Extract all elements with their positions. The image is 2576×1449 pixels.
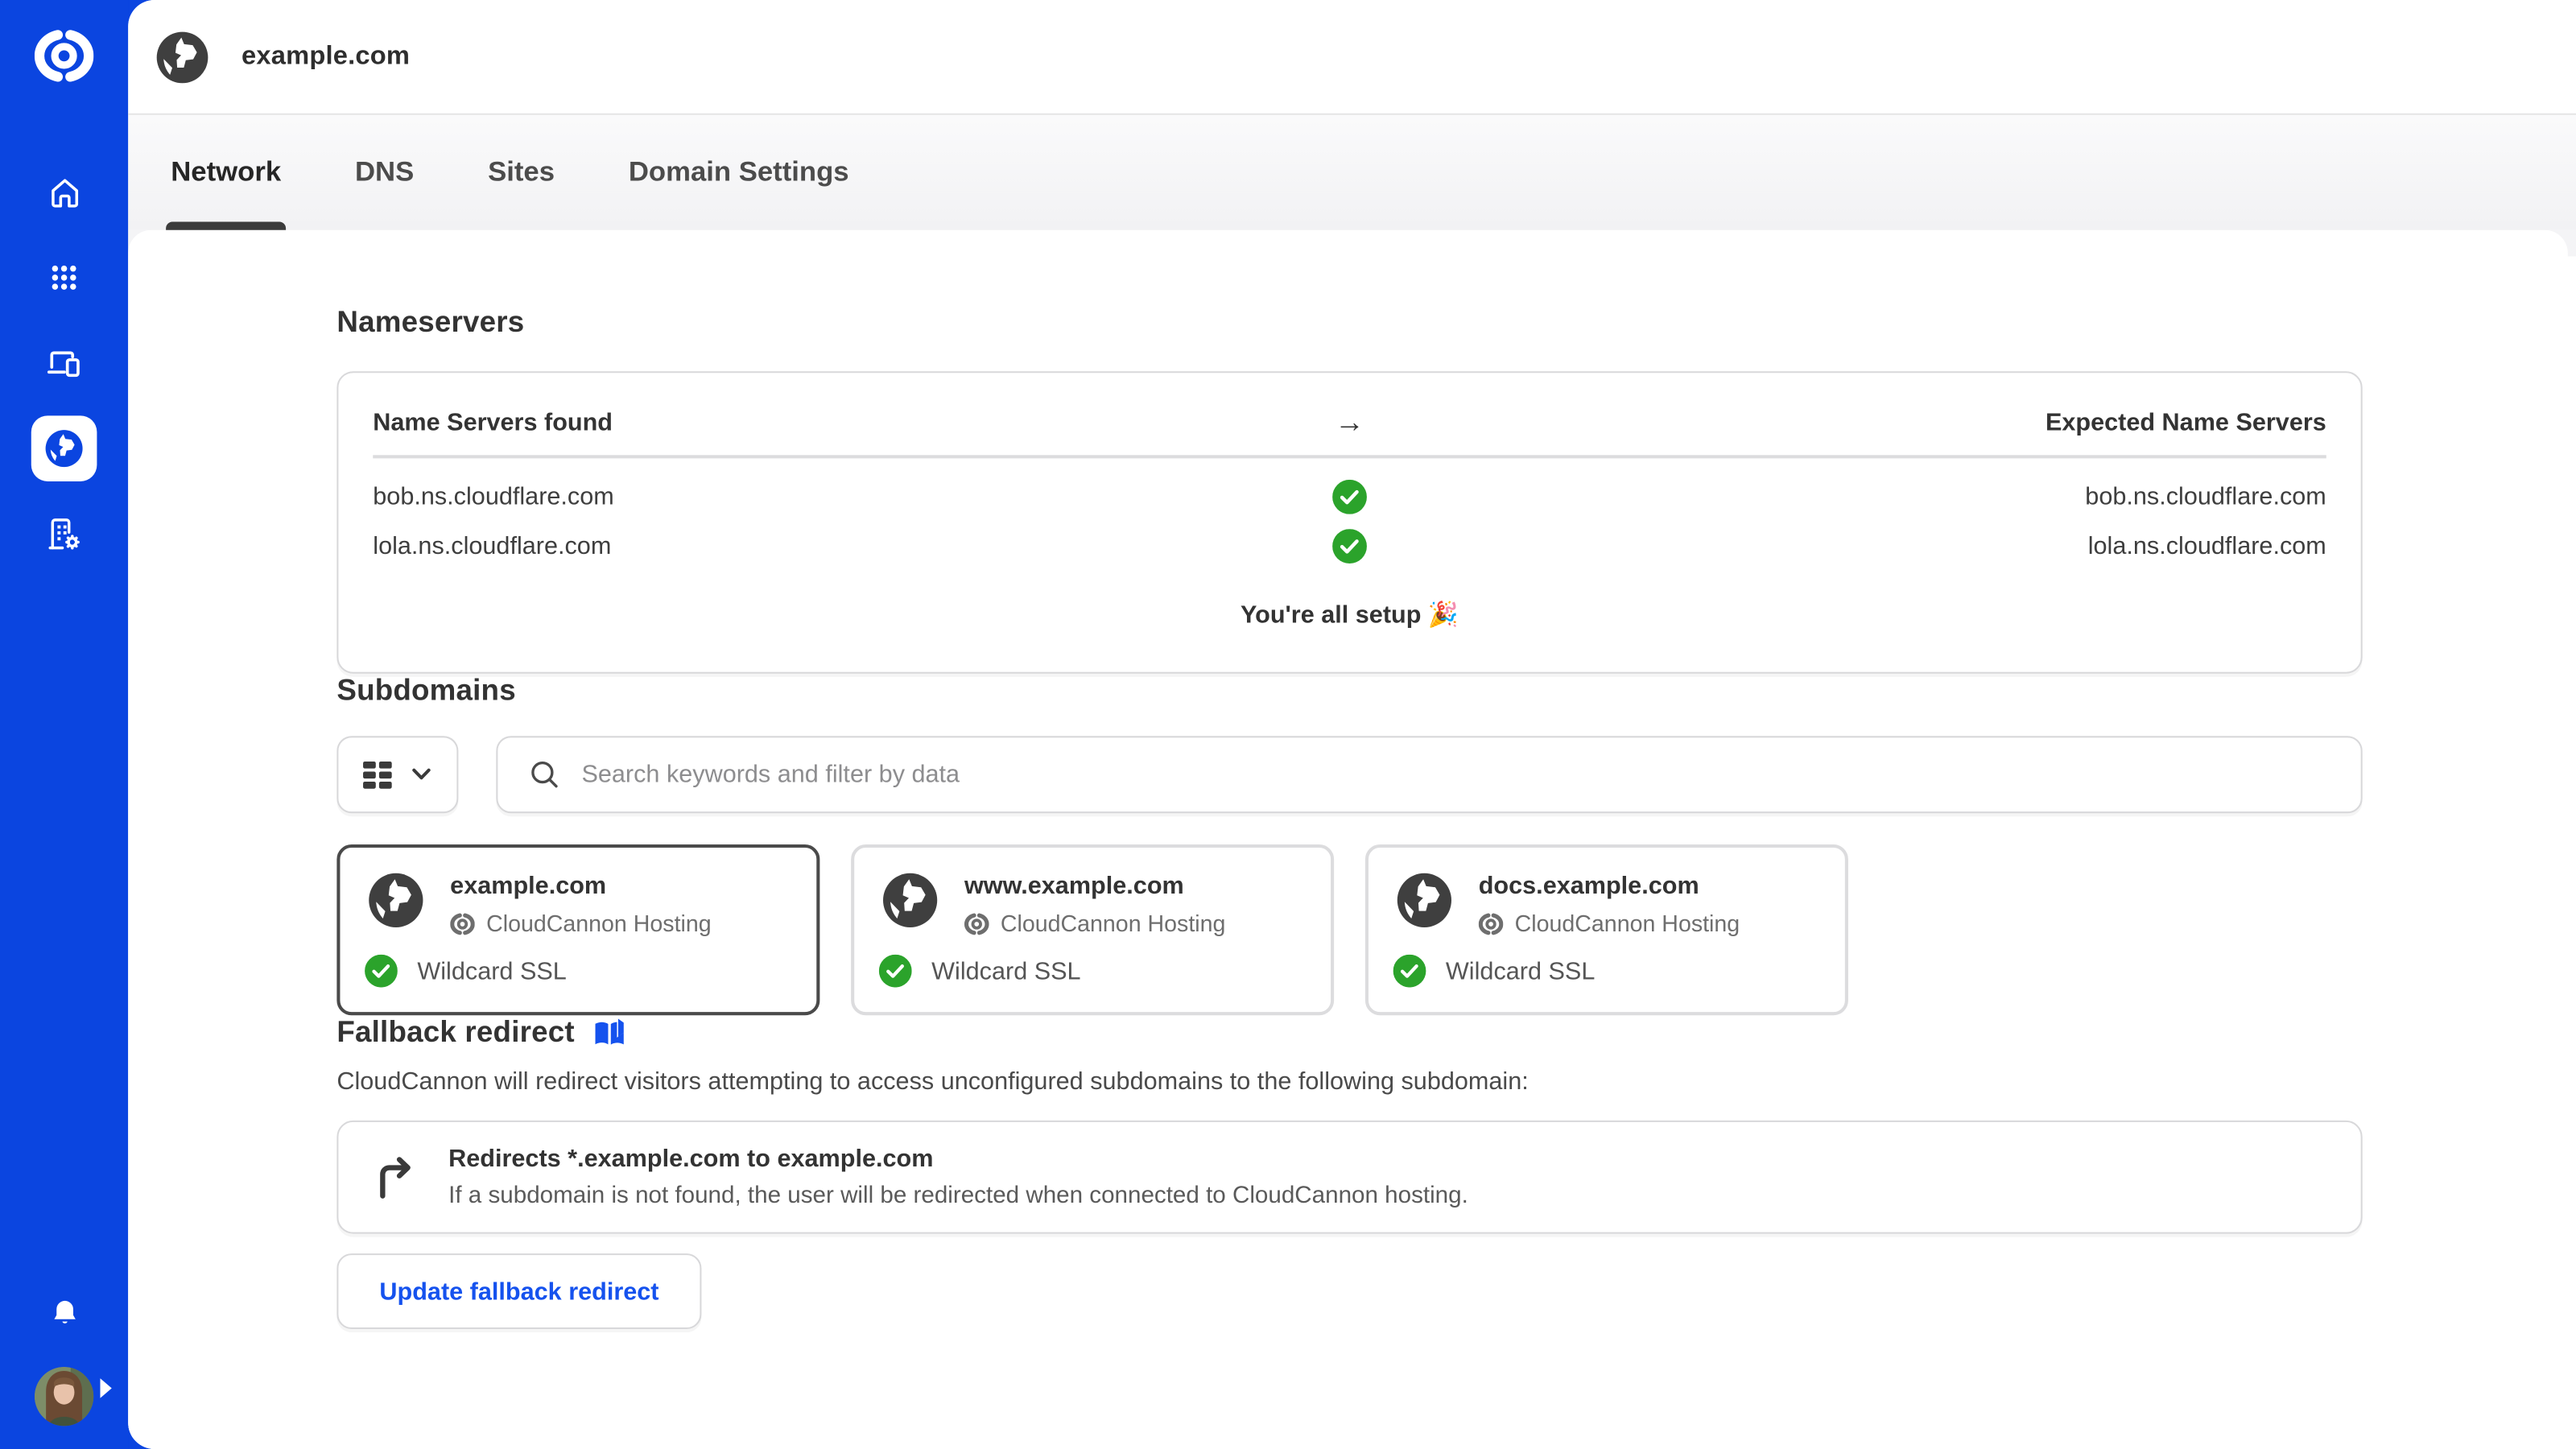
subdomain-name: docs.example.com: [1479, 869, 1740, 901]
view-toggle-button[interactable]: [336, 736, 458, 813]
site-globe-icon: [365, 869, 427, 932]
subdomain-name: www.example.com: [964, 869, 1225, 901]
main-panel: example.com Network DNS Sites Domain Set…: [128, 0, 2576, 1449]
sidebar-item-organization[interactable]: [31, 501, 97, 567]
subdomain-card-example[interactable]: example.com CloudCannon Hosting: [336, 844, 819, 1015]
cloudcannon-hosting-icon: [964, 911, 989, 936]
check-circle-icon: [365, 955, 398, 988]
expected-nameserver: lola.ns.cloudflare.com: [1399, 531, 2326, 559]
update-fallback-redirect-button[interactable]: Update fallback redirect: [336, 1253, 701, 1329]
nameservers-heading: Nameservers: [336, 306, 2362, 341]
search-box: [496, 736, 2362, 813]
redirect-rule-title: Redirects *.example.com to example.com: [448, 1145, 1468, 1173]
grid-view-icon: [363, 760, 393, 790]
search-icon: [529, 759, 560, 791]
table-row: bob.ns.cloudflare.com bob.ns.cloudflare.…: [373, 472, 2326, 521]
cloudcannon-hosting-icon: [450, 911, 475, 936]
sidebar: [0, 0, 128, 1449]
redirect-rule-description: If a subdomain is not found, the user wi…: [448, 1183, 1468, 1209]
tab-bar: Network DNS Sites Domain Settings: [128, 115, 2576, 230]
tab-sites[interactable]: Sites: [488, 115, 555, 230]
devices-icon: [44, 344, 84, 383]
sidebar-item-sites[interactable]: [31, 330, 97, 396]
tab-domain-settings[interactable]: Domain Settings: [629, 115, 849, 230]
nameservers-table-header: Name Servers found → Expected Name Serve…: [373, 399, 2326, 445]
organization-settings-icon: [44, 514, 84, 554]
hosting-label: CloudCannon Hosting: [1515, 910, 1740, 937]
page-title: example.com: [242, 42, 410, 72]
ssl-label: Wildcard SSL: [417, 957, 566, 985]
fallback-redirect-heading: Fallback redirect: [336, 1015, 2362, 1050]
subdomains-heading: Subdomains: [336, 674, 2362, 708]
setup-status-message: You're all setup 🎉: [373, 600, 2326, 642]
docs-book-icon[interactable]: [591, 1016, 627, 1049]
chevron-down-icon: [411, 767, 432, 782]
subdomain-name: example.com: [450, 869, 711, 901]
network-tab-content: Nameservers Name Servers found → Expecte…: [128, 230, 2568, 1449]
fallback-redirect-title-text: Fallback redirect: [336, 1015, 574, 1050]
site-globe-icon: [879, 869, 942, 932]
expected-nameserver: bob.ns.cloudflare.com: [1399, 482, 2326, 510]
ssl-label: Wildcard SSL: [931, 957, 1080, 985]
hosting-label: CloudCannon Hosting: [1001, 910, 1226, 937]
found-nameserver: lola.ns.cloudflare.com: [373, 531, 1300, 559]
tab-network[interactable]: Network: [171, 115, 281, 230]
fallback-redirect-description: CloudCannon will redirect visitors attem…: [336, 1068, 2362, 1096]
bell-icon: [47, 1295, 81, 1330]
apps-grid-icon: [46, 259, 82, 295]
app-window: example.com Network DNS Sites Domain Set…: [0, 0, 2576, 1449]
notifications-button[interactable]: [31, 1280, 97, 1346]
cloudcannon-hosting-icon: [1479, 911, 1504, 936]
expand-sidebar-arrow-icon[interactable]: [97, 1377, 113, 1408]
cloudcannon-logo-icon[interactable]: [33, 25, 96, 88]
arrow-right-icon: →: [1300, 405, 1398, 440]
sidebar-item-apps[interactable]: [31, 245, 97, 311]
check-circle-icon: [1393, 955, 1426, 988]
check-circle-icon: [879, 955, 912, 988]
nameservers-panel: Name Servers found → Expected Name Serve…: [336, 371, 2362, 674]
search-input[interactable]: [578, 759, 2334, 791]
domain-header: example.com: [128, 0, 2576, 115]
check-circle-icon: [1332, 479, 1367, 514]
col-name-servers-found: Name Servers found: [373, 408, 1300, 436]
hosting-label: CloudCannon Hosting: [486, 910, 712, 937]
globe-icon: [43, 427, 85, 470]
subdomain-cards: example.com CloudCannon Hosting: [336, 844, 2362, 1015]
fallback-redirect-panel: Redirects *.example.com to example.com I…: [336, 1121, 2362, 1234]
col-expected-name-servers: Expected Name Servers: [1399, 408, 2326, 436]
found-nameserver: bob.ns.cloudflare.com: [373, 482, 1300, 510]
avatar[interactable]: [35, 1367, 93, 1426]
table-row: lola.ns.cloudflare.com lola.ns.cloudflar…: [373, 521, 2326, 570]
subdomain-card-docs[interactable]: docs.example.com CloudCannon Hosting: [1365, 844, 1848, 1015]
sidebar-item-home[interactable]: [31, 159, 97, 225]
check-circle-icon: [1332, 528, 1367, 563]
tab-dns[interactable]: DNS: [355, 115, 414, 230]
site-globe-icon: [1393, 869, 1456, 932]
domain-globe-icon: [153, 27, 212, 86]
table-separator: [373, 455, 2326, 458]
subdomain-card-www[interactable]: www.example.com CloudCannon Hosting: [851, 844, 1334, 1015]
sidebar-nav: [31, 159, 97, 567]
ssl-label: Wildcard SSL: [1446, 957, 1595, 985]
subdomains-controls: [336, 736, 2362, 813]
home-icon: [45, 173, 83, 211]
redirect-arrow-icon: [371, 1153, 420, 1202]
sidebar-item-domains[interactable]: [31, 415, 97, 481]
